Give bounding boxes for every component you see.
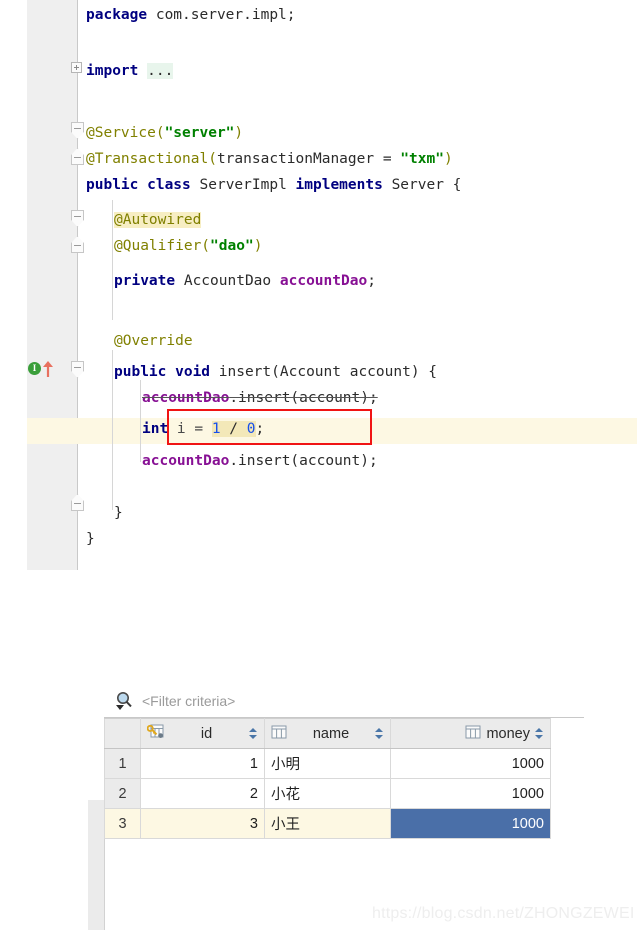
code-token: public class (86, 177, 200, 193)
column-label-id: id (200, 725, 213, 742)
code-token: Server { (391, 177, 462, 193)
code-token: "txm" (400, 151, 444, 167)
key-table-icon (146, 724, 164, 743)
table-grid-icon (271, 725, 287, 743)
watermark-text: https://blog.csdn.net/ZHONGZEWEI (372, 905, 635, 922)
code-token: import (86, 63, 148, 79)
code-line[interactable]: public void insert(Account account) { (114, 359, 437, 385)
code-line[interactable]: accountDao.insert(account); (142, 385, 378, 411)
code-token: } (114, 505, 123, 521)
code-token: accountDao (142, 390, 230, 406)
code-token: ) (253, 238, 263, 254)
result-table[interactable]: id name money 1 1 小明 1000 2 2 小花 1000 3 … (104, 718, 551, 839)
code-token: private (114, 273, 184, 289)
code-token: @Autowired (114, 212, 202, 228)
error-annotation-box (167, 409, 372, 445)
row-number-cell[interactable]: 2 (104, 778, 141, 809)
code-token: AccountDao (183, 273, 280, 289)
row-number-cell[interactable]: 3 (104, 808, 141, 839)
code-token: .insert(account); (229, 453, 378, 469)
cell-id[interactable]: 3 (140, 808, 265, 839)
code-token: } (86, 531, 95, 547)
cell-money[interactable]: 1000 (390, 748, 551, 779)
cell-money[interactable]: 1000 (390, 808, 551, 839)
code-line[interactable]: private AccountDao accountDao; (114, 268, 376, 294)
sort-toggle-name[interactable] (375, 727, 384, 740)
code-token: @Override (114, 333, 193, 349)
code-token: com.server.impl; (155, 7, 296, 23)
code-token: @Transactional( (86, 151, 217, 167)
code-line[interactable]: package com.server.impl; (86, 2, 296, 28)
row-number-corner (104, 718, 141, 749)
table-row[interactable]: 3 3 小王 1000 (104, 808, 551, 839)
code-line[interactable]: } (114, 500, 123, 526)
code-token: insert(Account account) { (218, 364, 438, 380)
code-line[interactable]: @Qualifier("dao") (114, 233, 262, 259)
code-token: @Service( (86, 125, 165, 141)
code-token: "dao" (210, 238, 254, 254)
filter-criteria-placeholder[interactable]: <Filter criteria> (142, 693, 235, 709)
code-line[interactable]: } (86, 526, 95, 552)
code-token: .insert(account); (229, 390, 378, 406)
code-text[interactable]: package com.server.impl; import ... @Servi… (0, 0, 637, 580)
column-header-money[interactable]: money (390, 718, 551, 749)
cell-money[interactable]: 1000 (390, 778, 551, 809)
table-row[interactable]: 2 2 小花 1000 (104, 778, 551, 809)
cell-id[interactable]: 2 (140, 778, 265, 809)
code-token: "server" (164, 125, 235, 141)
code-line[interactable]: public class ServerImpl implements Serve… (86, 172, 461, 198)
table-header-row: id name money (104, 718, 551, 749)
code-token: ; (367, 273, 376, 289)
code-token: @Qualifier( (114, 238, 211, 254)
code-token: accountDao (142, 453, 230, 469)
cell-id[interactable]: 1 (140, 748, 265, 779)
code-token: ) (443, 151, 453, 167)
filter-magnifier-icon[interactable] (112, 689, 136, 713)
code-line[interactable]: import ... (86, 58, 174, 84)
cell-name[interactable]: 小明 (264, 748, 391, 779)
code-token: transactionManager = (216, 151, 401, 167)
code-token: accountDao (279, 273, 368, 289)
filter-bar[interactable]: <Filter criteria> (104, 685, 584, 718)
code-token: public void (114, 364, 219, 380)
code-line[interactable]: @Override (114, 328, 193, 354)
code-token: implements (295, 177, 392, 193)
code-line[interactable]: @Autowired (114, 207, 202, 233)
cell-name[interactable]: 小王 (264, 808, 391, 839)
column-label-money: money (486, 725, 530, 742)
column-label-name: name (312, 725, 350, 742)
table-body[interactable]: 1 1 小明 1000 2 2 小花 1000 3 3 小王 1000 (104, 748, 551, 839)
sort-toggle-money[interactable] (535, 727, 544, 740)
table-grid-icon (465, 725, 481, 743)
code-editor[interactable]: I package com.server.impl; import ... @Ser… (0, 0, 637, 580)
code-token: ServerImpl (199, 177, 296, 193)
code-line[interactable]: @Transactional(transactionManager = "txm… (86, 146, 453, 172)
column-header-name[interactable]: name (264, 718, 391, 749)
table-row[interactable]: 1 1 小明 1000 (104, 748, 551, 779)
panel-left-edge (88, 800, 105, 930)
code-line[interactable]: accountDao.insert(account); (142, 448, 378, 474)
code-line[interactable]: @Service("server") (86, 120, 243, 146)
code-token: ) (234, 125, 244, 141)
database-result-grid[interactable]: <Filter criteria> id name money 1 1 小明 1… (104, 685, 584, 839)
code-token: ... (147, 63, 174, 79)
column-header-id[interactable]: id (140, 718, 265, 749)
cell-name[interactable]: 小花 (264, 778, 391, 809)
sort-toggle-id[interactable] (249, 727, 258, 740)
code-token: package (86, 7, 156, 23)
row-number-cell[interactable]: 1 (104, 748, 141, 779)
